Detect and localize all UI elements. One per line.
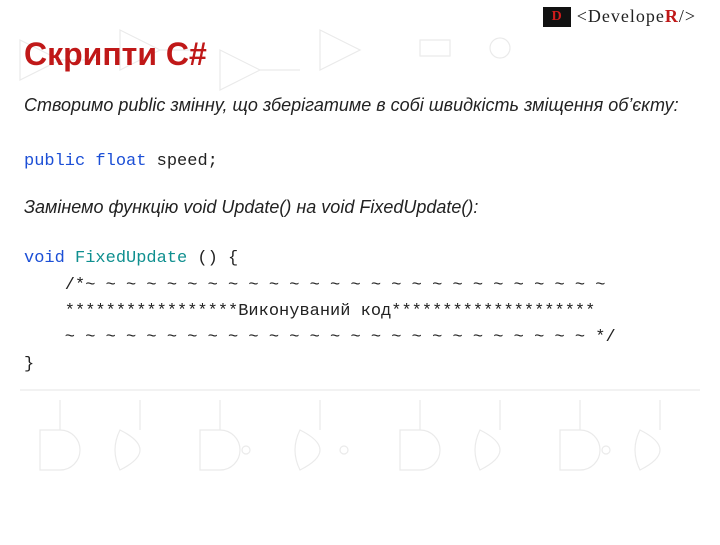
caption-text: Замінемо функцію void Update() на void F…	[24, 197, 686, 218]
keyword-float: float	[95, 152, 146, 171]
intro-paragraph: Створимо public змінну, що зберігатиме в…	[24, 87, 686, 123]
page-title: Скрипти С#	[24, 36, 686, 73]
code-text: ~ ~ ~ ~ ~ ~ ~ ~ ~ ~ ~ ~ ~ ~ ~ ~ ~ ~ ~ ~ …	[24, 328, 616, 347]
code-text: () {	[187, 249, 238, 268]
code-text: /*~ ~ ~ ~ ~ ~ ~ ~ ~ ~ ~ ~ ~ ~ ~ ~ ~ ~ ~ …	[24, 276, 606, 295]
code-text: }	[24, 355, 34, 374]
code-snippet-2: void FixedUpdate () { /*~ ~ ~ ~ ~ ~ ~ ~ …	[24, 246, 686, 378]
code-text: *****************Виконуваний код********…	[24, 302, 595, 321]
keyword-public: public	[24, 152, 85, 171]
code-text: speed;	[146, 152, 217, 171]
keyword-void: void	[24, 249, 65, 268]
code-snippet-1: public float speed;	[24, 149, 686, 175]
method-name: FixedUpdate	[75, 249, 187, 268]
